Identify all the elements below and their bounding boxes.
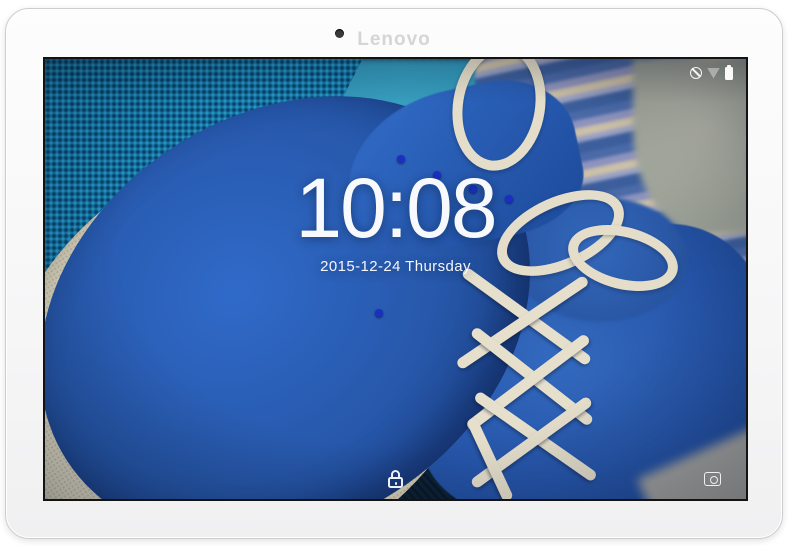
product-photo-stage: Lenovo	[0, 0, 789, 546]
clock-time: 10:08	[45, 165, 746, 251]
wifi-icon	[707, 68, 720, 79]
unlock-area[interactable]	[45, 470, 746, 488]
tablet-body: Lenovo	[5, 8, 783, 539]
lock-body	[388, 477, 403, 488]
status-bar	[690, 66, 733, 80]
battery-icon	[725, 67, 733, 80]
brand-logo: Lenovo	[6, 29, 782, 51]
lock-icon[interactable]	[388, 470, 403, 488]
camera-shortcut[interactable]	[704, 472, 721, 486]
lockscreen-clock: 10:08 2015-12-24 Thursday	[45, 165, 746, 274]
wallpaper-vignette	[45, 59, 746, 499]
do-not-disturb-icon	[690, 67, 702, 79]
camera-icon	[704, 472, 721, 486]
clock-date: 2015-12-24 Thursday	[45, 259, 746, 274]
lockscreen[interactable]: 10:08 2015-12-24 Thursday	[43, 57, 748, 501]
